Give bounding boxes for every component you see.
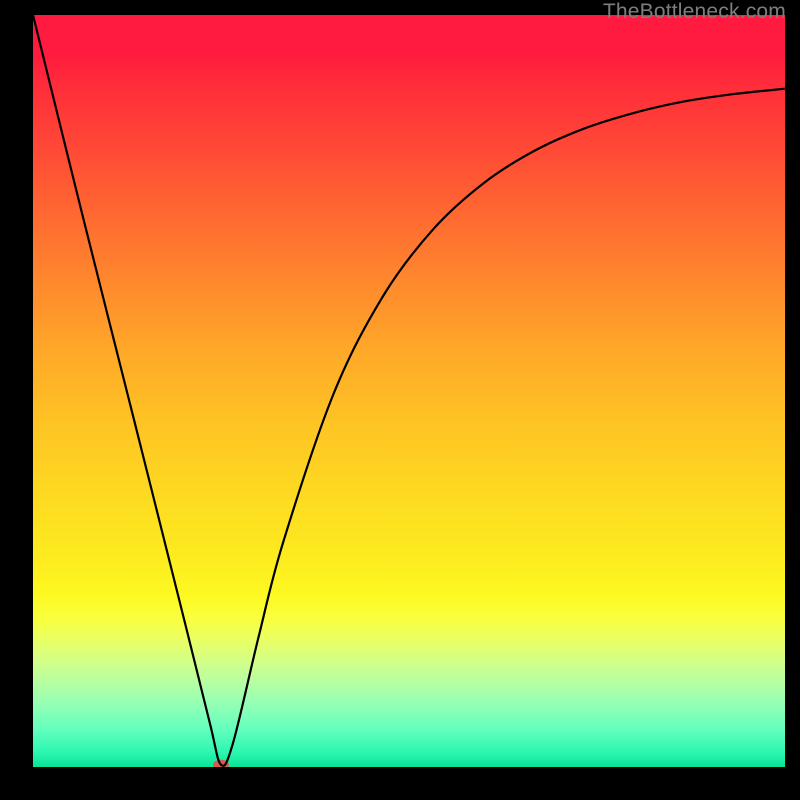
- curve-layer: [33, 15, 785, 767]
- chart-frame: TheBottleneck.com: [0, 0, 800, 800]
- bottleneck-curve: [33, 15, 785, 766]
- watermark-text: TheBottleneck.com: [603, 0, 786, 24]
- plot-area: [33, 15, 785, 767]
